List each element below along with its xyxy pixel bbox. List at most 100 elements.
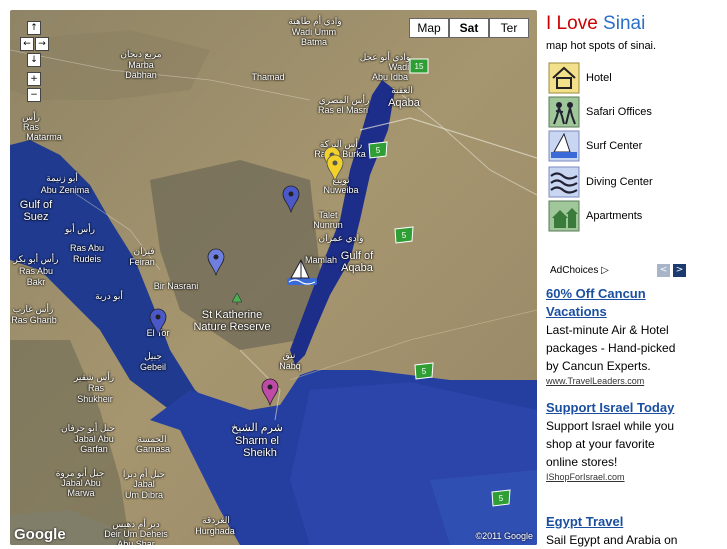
map-place-label: Jabal Abu [74, 434, 114, 444]
map-place-label: Gulf of [19, 199, 53, 211]
legend-item-hotel[interactable]: Hotel [546, 62, 721, 96]
safari-icon [548, 96, 580, 128]
ad-next-button[interactable]: > [673, 264, 686, 277]
ad-prev-button[interactable]: < [657, 264, 670, 277]
map-place-label: Nature Reserve [193, 321, 271, 333]
map-place-label: Hurghada [195, 526, 235, 536]
map-place-label: Nunrun [313, 220, 343, 230]
map-place-label: Ras [22, 122, 40, 132]
diving-icon [548, 166, 580, 198]
road-shield-icon: 15 [409, 58, 429, 74]
legend-item-apartments[interactable]: Apartments [546, 200, 721, 234]
map-place-label: رأس المصري [318, 95, 370, 105]
map-place-label: أبو دربة [95, 291, 123, 301]
map-place-label: Batma [300, 37, 328, 47]
svg-text:15: 15 [415, 62, 424, 71]
map-place-label: Thamad [251, 72, 285, 82]
map-place-label: مربع دبحان [120, 49, 162, 59]
map-place-label: Nabq [279, 361, 301, 371]
title-part-2: Sinai [603, 13, 646, 34]
adchoices-label: AdChoices [550, 265, 599, 276]
ad-headline[interactable]: Vacations [546, 303, 716, 321]
legend-item-surf-center[interactable]: Surf Center [546, 130, 721, 164]
map-place-label: Sheikh [243, 447, 277, 459]
park-tree-icon [232, 293, 242, 305]
satellite-imagery [10, 10, 537, 545]
map-place-label: رأس [22, 112, 40, 122]
adchoices-icon: ▷ [601, 265, 609, 276]
map-place-label: Nuweiba [323, 185, 359, 195]
apartments-icon [548, 200, 580, 232]
map-type-terrain-button[interactable]: Ter [489, 18, 529, 38]
ad-body-line: by Cancun Experts. [546, 359, 651, 373]
map-place-label: الجمسة [137, 434, 167, 444]
google-logo[interactable]: Google [14, 526, 66, 543]
map-place-label: رأس أبو بكر [13, 254, 59, 264]
map-place-label: Matarma [26, 132, 62, 142]
hotel-marker-yellow[interactable] [326, 154, 344, 182]
map-place-label: Jabal [133, 479, 155, 489]
map-place-label: Gamasa [135, 444, 171, 454]
ad-headline[interactable]: Egypt Travel [546, 513, 716, 531]
map-place-label: نبق [282, 350, 296, 360]
ad-body-line: packages - Hand-picked [546, 341, 676, 355]
zoom-in-button[interactable]: + [27, 72, 41, 86]
ad-url[interactable]: IShopForIsrael.com [546, 471, 716, 483]
map-place-label: وادي عمران [318, 233, 364, 243]
road-shield-icon: 5 [491, 489, 511, 507]
surf-icon [548, 130, 580, 162]
map-place-label: Dabhan [125, 70, 157, 80]
map-place-label: Ras [87, 383, 105, 393]
legend-item-safari-offices[interactable]: Safari Offices [546, 96, 721, 130]
map-place-label: Aqaba [388, 97, 420, 109]
map-place-label: Talet [318, 210, 338, 220]
ad-headline[interactable]: Support Israel Today [546, 399, 716, 417]
place-marker-lavender[interactable] [207, 248, 225, 276]
map-place-label: Marba [128, 60, 154, 70]
map-place-label: Abu Idba [371, 72, 409, 82]
map-place-label: وادي أم طاهية [288, 16, 342, 26]
title-part-1: I Love [546, 13, 598, 34]
ad-body-line: Last-minute Air & Hotel [546, 323, 669, 337]
map-place-label: جبل أبو مروة [55, 468, 105, 478]
zoom-out-button[interactable]: − [27, 88, 41, 102]
map-place-label: Ras Abu [69, 243, 105, 253]
map-place-label: رأس أبو [65, 224, 95, 234]
map-place-label: Suez [23, 211, 49, 223]
map-place-label: Bakr [26, 277, 46, 287]
map-place-label: Abu Zenima [40, 185, 90, 195]
pan-left-button[interactable]: ← [20, 37, 34, 51]
map-place-label: شرم الشيخ [231, 422, 283, 434]
ad-url[interactable]: www.TravelLeaders.com [546, 375, 716, 387]
pan-up-button[interactable]: ↑ [27, 21, 41, 35]
pan-down-button[interactable]: ↓ [27, 53, 41, 67]
map-place-label: وادي أبو عجل [359, 52, 411, 62]
map-area[interactable]: وادي أم طاهية Wadi Umm Batma وادي أبو عجل Wa… [10, 10, 537, 545]
adchoices-link[interactable]: AdChoices ▷ [550, 265, 609, 276]
ad-headline[interactable]: 60% Off Cancun [546, 285, 716, 303]
place-marker-blue[interactable] [282, 185, 300, 213]
map-place-label: أبو زنيمة [46, 173, 78, 183]
map-type-map-button[interactable]: Map [409, 18, 449, 38]
place-marker-magenta[interactable] [261, 378, 279, 406]
pan-right-button[interactable]: → [35, 37, 49, 51]
ad-body-line: Sail Egypt and Arabia on [546, 533, 678, 547]
map-place-label: جبل أبو حرفان [61, 423, 115, 433]
surf-center-marker[interactable] [285, 256, 319, 288]
legend-item-diving-center[interactable]: Diving Center [546, 166, 721, 200]
hotel-icon [548, 62, 580, 94]
map-place-label: العقبة [391, 85, 413, 95]
map-place-label: جبيل [144, 351, 162, 361]
map-type-control: Map Sat Ter [409, 18, 529, 38]
road-shield-icon: 5 [368, 141, 388, 159]
map-type-satellite-button[interactable]: Sat [449, 18, 489, 38]
ad-body-line: shop at your favorite [546, 437, 655, 451]
ad-item: 60% Off Cancun Vacations Last-minute Air… [546, 285, 716, 387]
map-place-label: St Katherine [201, 309, 263, 321]
legend-label: Diving Center [586, 176, 653, 188]
place-marker-blue[interactable] [149, 308, 167, 336]
road-shield-icon: 5 [414, 362, 434, 380]
page-title: I Love Sinai [546, 13, 721, 35]
map-place-label: دير أم دهيس [112, 519, 160, 529]
map-copyright: ©2011 Google [475, 531, 533, 541]
